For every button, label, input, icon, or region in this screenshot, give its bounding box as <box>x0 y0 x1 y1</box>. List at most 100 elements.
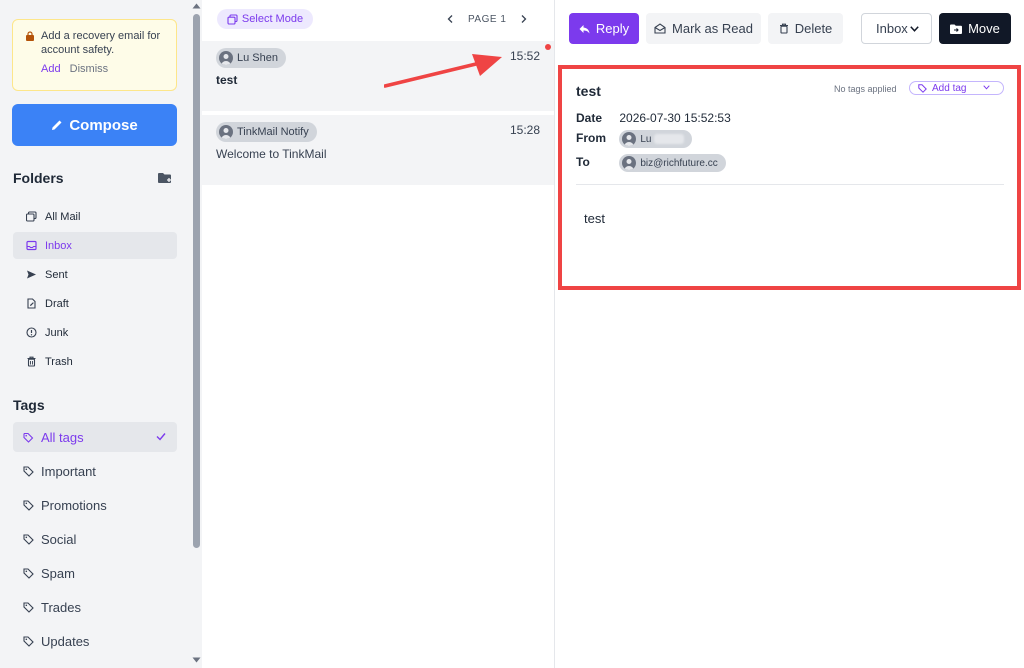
folder-label: Draft <box>45 297 69 310</box>
sidebar-scroll-thumb[interactable] <box>193 14 200 548</box>
avatar-icon <box>622 156 637 170</box>
tag-promotions[interactable]: Promotions <box>13 490 177 520</box>
from-pill[interactable]: Lu <box>619 130 693 148</box>
tag-label: All tags <box>41 429 84 445</box>
list-header: Select Mode PAGE 1 <box>202 0 554 40</box>
recovery-add-link[interactable]: Add <box>41 63 61 75</box>
avatar-icon <box>219 125 233 139</box>
tags-icon <box>23 432 34 443</box>
compose-button[interactable]: Compose <box>12 104 177 146</box>
tag-label: Important <box>41 463 96 479</box>
avatar-icon <box>219 51 233 65</box>
from-value: Lu <box>640 133 652 145</box>
delete-button[interactable]: Delete <box>768 13 843 44</box>
message-time: 15:52 <box>509 49 540 63</box>
move-label: Move <box>968 21 1000 36</box>
folder-label: All Mail <box>45 210 81 223</box>
tag-social[interactable]: Social <box>13 524 177 554</box>
no-tags-text: No tags applied <box>834 84 897 94</box>
send-icon <box>27 270 36 279</box>
add-tag-button[interactable]: Add tag <box>909 81 1004 95</box>
folder-junk[interactable]: Junk <box>13 319 177 346</box>
lock-icon <box>26 31 34 41</box>
reply-button[interactable]: Reply <box>569 13 639 44</box>
redacted-name <box>654 134 685 144</box>
delete-label: Delete <box>794 21 833 36</box>
all-mail-icon <box>26 211 37 222</box>
folder-select-value: Inbox <box>876 21 908 36</box>
scroll-up-icon[interactable] <box>192 3 201 9</box>
folder-move-icon <box>950 24 963 34</box>
message-subject: test <box>216 73 238 87</box>
message-list: Select Mode PAGE 1 Lu Shen 15:52 test Ti… <box>202 0 554 668</box>
folder-select[interactable]: Inbox <box>861 13 932 44</box>
folder-label: Inbox <box>45 239 72 252</box>
page-label: PAGE 1 <box>468 13 507 25</box>
tag-icon <box>23 601 34 613</box>
tag-icon <box>23 499 34 511</box>
scroll-down-icon[interactable] <box>192 657 201 663</box>
tag-all-tags[interactable]: All tags <box>13 422 177 452</box>
mark-as-read-button[interactable]: Mark as Read <box>646 13 761 44</box>
folder-draft[interactable]: Draft <box>13 290 177 317</box>
tag-icon <box>918 83 927 93</box>
select-mode-button[interactable]: Select Mode <box>217 9 313 29</box>
folder-sent[interactable]: Sent <box>13 261 177 288</box>
add-tag-label: Add tag <box>932 82 967 94</box>
tag-icon <box>23 533 34 545</box>
to-label: To <box>576 155 590 170</box>
inbox-icon <box>26 240 37 251</box>
sender-name: TinkMail Notify <box>237 126 309 138</box>
junk-icon <box>26 327 37 338</box>
folder-label: Trash <box>45 355 73 368</box>
header-divider <box>576 184 1004 185</box>
next-page-button[interactable] <box>518 13 530 25</box>
message-item[interactable]: TinkMail Notify 15:28 Welcome to TinkMai… <box>202 115 554 185</box>
tag-label: Updates <box>41 633 90 649</box>
date-row: Date 2026-07-30 15:52:53 <box>576 111 731 125</box>
move-button[interactable]: Move <box>939 13 1011 44</box>
from-label: From <box>576 131 606 146</box>
unread-dot <box>545 44 551 50</box>
folder-all-mail[interactable]: All Mail <box>13 203 177 230</box>
to-pill[interactable]: biz@richfuture.cc <box>619 154 726 172</box>
recovery-message: Add a recovery email for account safety. <box>41 30 161 56</box>
trash-icon <box>27 356 36 367</box>
tag-label: Promotions <box>41 497 107 513</box>
tag-icon <box>23 567 34 579</box>
sender-pill: TinkMail Notify <box>216 122 317 142</box>
compose-label: Compose <box>69 116 138 134</box>
message-toolbar: Reply Mark as Read Delete Inbox Move <box>555 0 1024 60</box>
tag-label: Spam <box>41 565 75 581</box>
check-icon <box>156 433 166 441</box>
tag-updates[interactable]: Updates <box>13 626 177 656</box>
chevron-left-icon <box>447 15 453 23</box>
select-mode-icon <box>227 13 238 25</box>
to-row: To biz@richfuture.cc <box>576 154 726 172</box>
folders-title: Folders <box>13 170 64 186</box>
tags-title: Tags <box>13 397 45 413</box>
tag-important[interactable]: Important <box>13 456 177 486</box>
tag-spam[interactable]: Spam <box>13 558 177 588</box>
select-mode-label: Select Mode <box>241 13 304 25</box>
prev-page-button[interactable] <box>444 13 456 25</box>
recovery-dismiss-link[interactable]: Dismiss <box>70 63 109 75</box>
trash-icon <box>779 23 788 34</box>
tag-label: Social <box>41 531 77 547</box>
message-time: 15:28 <box>509 123 540 137</box>
reading-pane: Reply Mark as Read Delete Inbox Move tes… <box>555 0 1024 668</box>
from-row: From Lu <box>576 130 693 148</box>
message-view-subject: test <box>576 83 601 99</box>
reply-icon <box>579 24 590 33</box>
tag-trades[interactable]: Trades <box>13 592 177 622</box>
sidebar: Add a recovery email for account safety.… <box>0 0 190 668</box>
tag-icon <box>23 465 34 477</box>
folder-trash[interactable]: Trash <box>13 348 177 375</box>
add-folder-icon[interactable] <box>158 172 172 184</box>
message-subject: Welcome to TinkMail <box>216 147 327 161</box>
avatar-icon <box>622 132 637 146</box>
folder-inbox[interactable]: Inbox <box>13 232 177 259</box>
tag-label: Trades <box>41 599 81 615</box>
message-body: test <box>584 211 605 226</box>
date-label: Date <box>576 111 603 125</box>
